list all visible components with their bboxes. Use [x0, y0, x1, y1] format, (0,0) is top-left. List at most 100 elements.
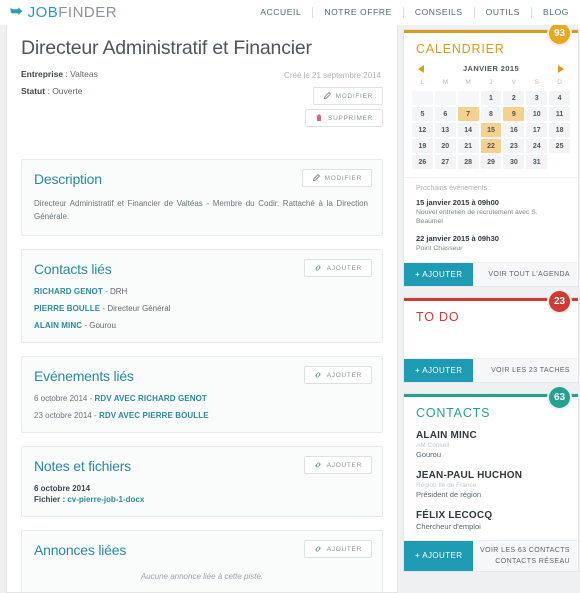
calendar-day[interactable]: 27	[434, 155, 456, 169]
nav-item-blog[interactable]: BLOG	[532, 7, 572, 18]
event-label[interactable]: RDV AVEC PIERRE BOULLE	[99, 411, 209, 420]
list-item[interactable]: 6 octobre 2014 - RDV AVEC RICHARD GENOT	[34, 394, 370, 403]
calendar-day[interactable]: 8	[480, 107, 502, 121]
calendar-day-blank: .	[457, 91, 479, 105]
calendar-month-label: JANVIER 2015	[462, 64, 520, 73]
nav-item-conseils[interactable]: CONSEILS	[404, 7, 475, 18]
calendar-grid: LMMJVSD...123456789101112131415161718192…	[404, 78, 578, 177]
event-what: Point Chasseur	[416, 245, 463, 253]
calendar-day[interactable]: 13	[434, 123, 456, 137]
list-item[interactable]: 22 janvier 2015 à 09h30 Point Chasseur	[404, 234, 578, 261]
note-file-link[interactable]: cv-pierre-job-1-docx	[67, 495, 144, 504]
calendar-day[interactable]: 5	[412, 107, 433, 121]
next-events-label: Prochains évènements :	[404, 177, 578, 198]
widget-todo: 23 TO DO + AJOUTER VOIR LES 23 TACHES	[403, 288, 579, 383]
calendar-day[interactable]: 16	[503, 123, 525, 137]
link-icon	[314, 264, 322, 272]
add-contact-sidebar-button[interactable]: + AJOUTER	[404, 540, 474, 571]
calendar-day[interactable]: 11	[549, 107, 570, 121]
contact-name[interactable]: JEAN-PAUL HUCHON	[416, 470, 566, 481]
calendar-dow-3: J	[489, 79, 493, 86]
calendar-day[interactable]: 29	[480, 155, 502, 169]
calendar-dow-4: V	[511, 79, 517, 86]
calendar-day[interactable]: 23	[503, 139, 525, 153]
edit-description-label: MODIFIER	[324, 174, 362, 182]
contacts-reseau-link[interactable]: CONTACTS RÉSEAU	[473, 556, 570, 567]
swoosh-icon: ➥	[10, 3, 23, 20]
add-annonce-button[interactable]: AJOUTER	[303, 540, 372, 559]
calendar-day[interactable]: 30	[503, 155, 525, 169]
calendar-day-blank: .	[412, 91, 433, 105]
add-agenda-button[interactable]: + AJOUTER	[404, 262, 474, 286]
calendar-day[interactable]: 10	[526, 107, 548, 121]
add-tache-button[interactable]: + AJOUTER	[404, 358, 474, 382]
edit-job-button[interactable]: MODIFIER	[312, 87, 383, 105]
calendar-day[interactable]: 20	[434, 139, 456, 153]
add-event-button[interactable]: AJOUTER	[303, 366, 372, 385]
contact-name[interactable]: ALAIN MINC	[416, 430, 566, 441]
add-note-button[interactable]: AJOUTER	[303, 456, 372, 475]
calendar-day[interactable]: 18	[549, 123, 570, 137]
contact-role: Chercheur d'emploi	[416, 521, 481, 531]
calendar-day[interactable]: 7	[457, 107, 479, 121]
calendar-day[interactable]: 15	[480, 123, 502, 137]
list-item[interactable]: 23 octobre 2014 - RDV AVEC PIERRE BOULLE	[34, 411, 370, 420]
calendar-dow-2: M	[465, 79, 471, 86]
voir-agenda-link[interactable]: VOIR TOUT L'AGENDA	[473, 269, 570, 280]
page-body: Directeur Administratif et Financier Ent…	[0, 25, 580, 593]
logo-text: JOBFINDER	[28, 5, 118, 20]
job-actions: MODIFIER SUPPRIMER	[305, 87, 383, 127]
calendar-day[interactable]: 31	[526, 155, 548, 169]
voir-taches-link[interactable]: VOIR LES 23 TACHES	[473, 365, 570, 376]
logo[interactable]: ➥ JOBFINDER	[10, 3, 118, 20]
chevron-right-icon[interactable]	[557, 64, 564, 73]
calendar-day[interactable]: 3	[526, 91, 548, 105]
event-label[interactable]: RDV AVEC RICHARD GENOT	[94, 394, 206, 403]
event-date: 23 octobre 2014	[34, 411, 92, 421]
voir-contacts-link[interactable]: VOIR LES 63 CONTACTS	[473, 545, 570, 556]
calendar-day[interactable]: 1	[480, 91, 502, 105]
contact-role: Gourou	[416, 449, 442, 459]
calendar-day[interactable]: 21	[457, 139, 479, 153]
list-item[interactable]: JEAN-PAUL HUCHON Région Ile de France Pr…	[404, 468, 578, 508]
list-item[interactable]: 15 janvier 2015 à 09h00 Nouvel entretien…	[404, 198, 578, 234]
calendar-dow-0: L	[420, 79, 425, 86]
calendar-day[interactable]: 25	[549, 139, 570, 153]
list-item[interactable]: RICHARD GENOT - DRH	[34, 287, 370, 296]
calendar-day[interactable]: 6	[434, 107, 456, 121]
calendar-day[interactable]: 2	[503, 91, 525, 105]
statut-value: Ouverte	[52, 86, 83, 96]
add-contact-button[interactable]: AJOUTER	[303, 259, 372, 278]
calendar-day[interactable]: 24	[526, 139, 548, 153]
contact-org: Région Ile de France	[416, 481, 477, 489]
calendar-day[interactable]: 4	[549, 91, 570, 105]
delete-job-button[interactable]: SUPPRIMER	[305, 109, 383, 127]
contact-name[interactable]: PIERRE BOULLE	[34, 304, 100, 313]
created-date: Créé le 21 septembre 2014	[284, 71, 381, 80]
nav-item-accueil[interactable]: ACCUEIL	[249, 7, 314, 18]
list-item[interactable]: ALAIN MINC - Gourou	[34, 321, 370, 330]
contact-name[interactable]: ALAIN MINC	[34, 321, 82, 330]
pencil-icon	[312, 174, 320, 182]
calendar-day[interactable]: 12	[412, 123, 433, 137]
list-item[interactable]: PIERRE BOULLE - Directeur Général	[34, 304, 370, 313]
list-item[interactable]: FÉLIX LECOCQ Chercheur d'emploi	[404, 508, 578, 540]
annonces-empty-message: Aucune annonce liée à cette piste.	[140, 572, 264, 582]
chevron-left-icon[interactable]	[418, 64, 424, 73]
calendar-day[interactable]: 17	[526, 123, 548, 137]
link-icon	[314, 371, 322, 379]
list-item[interactable]: ALAIN MINC AM Conseil Gourou	[404, 428, 578, 468]
contact-name[interactable]: FÉLIX LECOCQ	[416, 510, 566, 521]
edit-description-button[interactable]: MODIFIER	[301, 169, 372, 187]
calendar-day[interactable]: 26	[412, 155, 433, 169]
calendar-day[interactable]: 28	[457, 155, 479, 169]
calendar-day[interactable]: 14	[457, 123, 479, 137]
calendar-day[interactable]: 9	[503, 107, 525, 121]
contact-name[interactable]: RICHARD GENOT	[34, 287, 103, 296]
logo-finder: FINDER	[58, 4, 118, 21]
calendar-day[interactable]: 22	[480, 139, 502, 153]
job-header: Directeur Administratif et Financier Ent…	[21, 37, 383, 127]
nav-item-outils[interactable]: OUTILS	[475, 7, 532, 18]
nav-item-notre-offre[interactable]: NOTRE OFFRE	[313, 7, 404, 18]
calendar-day[interactable]: 19	[412, 139, 433, 153]
